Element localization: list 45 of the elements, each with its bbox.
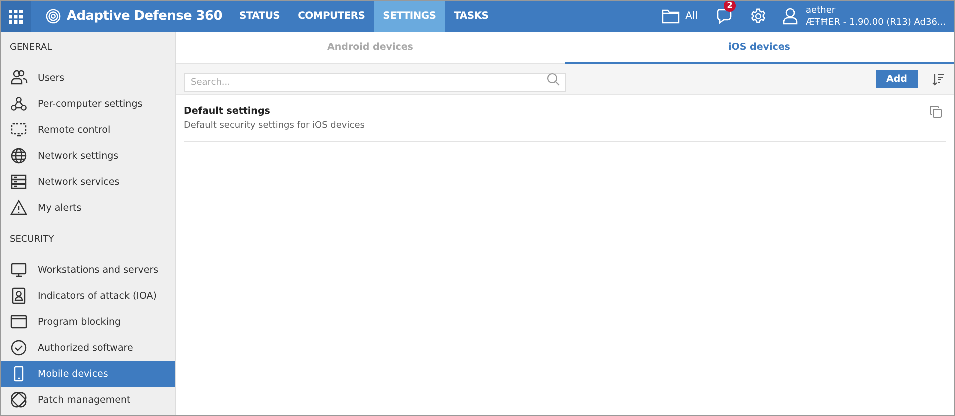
search-icon — [547, 72, 560, 86]
sidebar-item[interactable]: Network services — [1, 169, 175, 195]
sort-icon[interactable] — [932, 72, 944, 86]
search-field[interactable]: Search... — [184, 73, 566, 92]
setting-title[interactable]: Default settings — [184, 106, 365, 117]
sidebar-item[interactable]: Program blocking — [1, 309, 175, 335]
filter-label[interactable]: All — [686, 11, 698, 22]
user-icon[interactable] — [783, 8, 798, 25]
target-logo-icon — [46, 9, 61, 24]
nav-tab[interactable]: TASKS — [445, 1, 498, 32]
nav-tab[interactable]: STATUS — [230, 1, 290, 32]
notification-count: 2 — [724, 1, 736, 12]
sidebar-item[interactable]: Indicators of attack (IOA) — [1, 283, 175, 309]
folder-icon[interactable] — [662, 9, 680, 24]
user-name[interactable]: aether — [806, 4, 946, 16]
sidebar-item[interactable]: Remote control — [1, 117, 175, 143]
setting-description: Default security settings for iOS devices — [184, 121, 365, 131]
check-circle-icon — [10, 339, 28, 357]
sidebar-item[interactable]: Authorized software — [1, 335, 175, 361]
apps-menu-icon[interactable] — [1, 1, 31, 32]
users-icon — [10, 69, 28, 87]
monitor-icon — [10, 261, 28, 279]
nav-tab[interactable]: COMPUTERS — [289, 1, 374, 32]
window-icon — [10, 313, 28, 331]
sidebar-item[interactable]: My alerts — [1, 195, 175, 221]
server-stack-icon — [10, 173, 28, 191]
section-heading: GENERAL — [9, 42, 54, 55]
warning-icon — [10, 199, 28, 217]
sidebar-item[interactable]: Mobile devices — [1, 361, 175, 387]
sidebar-item[interactable]: Workstations and servers — [1, 257, 175, 283]
section-heading: SECURITY — [9, 234, 56, 247]
globe-icon — [10, 147, 28, 165]
nodes-icon — [10, 95, 28, 113]
sidebar-item[interactable]: Patch management — [1, 387, 175, 413]
account-info[interactable]: ÆŦĦER - 1.90.00 (R13) Ad36... — [806, 16, 946, 28]
person-badge-icon — [10, 287, 28, 305]
sidebar-item[interactable]: Per-computer settings — [1, 91, 175, 117]
patch-icon — [10, 391, 28, 409]
copy-icon[interactable] — [930, 106, 942, 118]
dashed-screen-icon — [10, 121, 28, 139]
sidebar-item[interactable]: Network settings — [1, 143, 175, 169]
add-button[interactable]: Add — [876, 70, 918, 88]
app-title: Adaptive Defense 360 — [67, 9, 222, 24]
sidebar-item[interactable]: Users — [1, 65, 175, 91]
settings-icon[interactable] — [750, 8, 768, 25]
